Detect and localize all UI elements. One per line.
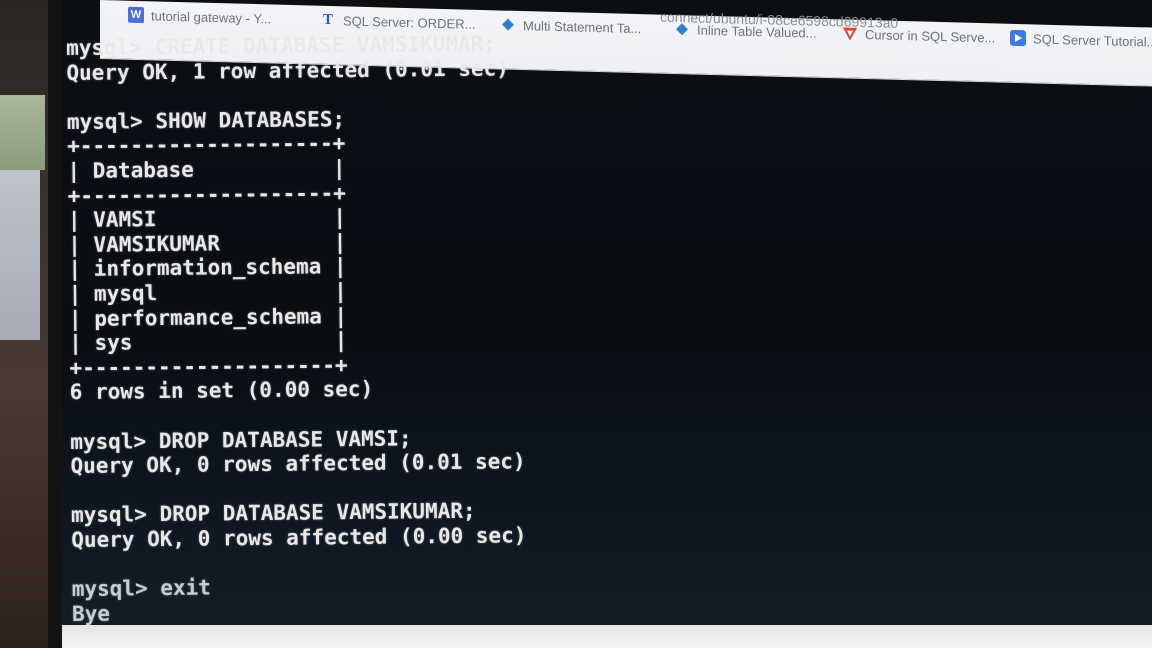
play-icon	[1010, 29, 1026, 47]
bookmark-sql-server-tutorial[interactable]: SQL Server Tutorial...	[1010, 29, 1152, 50]
desk-document	[0, 170, 40, 340]
w-logo-icon: W	[128, 6, 144, 24]
taskbar-edge	[62, 625, 1152, 648]
t-logo-icon: T	[322, 11, 333, 28]
terminal-output: mysql> CREATE DATABASE VAMSIKUMAR; Query…	[66, 29, 772, 627]
bookmark-cursor-sql[interactable]: Cursor in SQL Serve...	[842, 25, 995, 45]
bookmark-sql-server-order[interactable]: T SQL Server: ORDER...	[320, 11, 475, 32]
v-logo-icon	[842, 25, 858, 41]
desk-paper	[0, 95, 45, 170]
bookmark-tutorial-gateway[interactable]: W tutorial gateway - Y...	[128, 6, 271, 27]
